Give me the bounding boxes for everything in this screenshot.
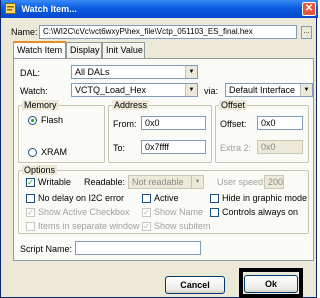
hide-graphic-label: Hide in graphic mode xyxy=(222,193,308,203)
show-name-label: Show Name xyxy=(154,207,204,217)
user-speed-field: 200 xyxy=(264,175,284,189)
address-group xyxy=(108,105,212,163)
show-subitem-checkbox: ✓ xyxy=(142,222,151,231)
writable-label: Writable xyxy=(38,177,71,187)
show-name-checkbox: ✓ xyxy=(142,208,151,217)
script-name-label: Script Name: xyxy=(20,244,73,254)
offset-title: Offset xyxy=(219,100,247,110)
options-title: Options xyxy=(22,165,58,175)
hide-graphic-checkbox[interactable] xyxy=(210,194,219,203)
flash-label: Flash xyxy=(41,115,64,125)
close-icon[interactable]: ✕ xyxy=(302,2,316,16)
items-separate-checkbox xyxy=(26,222,35,231)
extra-field: 0x0 xyxy=(257,140,303,154)
name-field[interactable]: C:\WI2C\cVc\vct6wxyP\hex_file\Vctp_05110… xyxy=(39,25,297,39)
dal-label: DAL: xyxy=(20,68,41,78)
offset-field[interactable]: 0x0 xyxy=(257,116,303,130)
dal-select[interactable]: All DALs ▼ xyxy=(71,65,198,79)
show-subitem-label: Show subitem xyxy=(154,221,211,231)
writable-checkbox[interactable]: ✓ xyxy=(26,178,35,187)
readable-value: Not readable xyxy=(132,177,184,187)
active-checkbox[interactable] xyxy=(142,194,151,203)
via-select[interactable]: Default Interface ▼ xyxy=(225,83,313,97)
name-label: Name: xyxy=(11,27,38,37)
chevron-down-icon[interactable]: ▼ xyxy=(300,84,312,96)
user-speed-label: User speed: xyxy=(217,177,266,187)
tab-display[interactable]: Display xyxy=(66,42,102,58)
script-name-field[interactable] xyxy=(75,241,201,255)
via-label: via: xyxy=(204,86,219,96)
watch-item-dialog: Watch Item... ✕ Name: C:\WI2C\cVc\vct6wx… xyxy=(0,0,318,298)
readable-label: Readable: xyxy=(84,177,126,187)
watch-label: Watch: xyxy=(20,86,48,96)
via-value: Default Interface xyxy=(229,85,296,95)
offset-label: Offset: xyxy=(220,119,247,129)
controls-always-on-checkbox[interactable] xyxy=(210,208,219,217)
title-bar[interactable]: Watch Item... ✕ xyxy=(1,0,318,18)
no-delay-label: No delay on I2C error xyxy=(38,193,125,203)
no-delay-checkbox[interactable] xyxy=(26,194,35,203)
browse-button[interactable]: ... xyxy=(301,26,312,39)
watch-select[interactable]: VCTQ_Load_Hex ▼ xyxy=(71,83,198,97)
from-label: From: xyxy=(113,119,137,129)
chevron-down-icon: ▼ xyxy=(191,176,203,188)
chevron-down-icon[interactable]: ▼ xyxy=(185,84,197,96)
flash-radio[interactable] xyxy=(28,116,37,125)
address-title: Address xyxy=(112,100,150,110)
offset-group xyxy=(215,105,309,163)
show-active-checkbox: ✓ xyxy=(26,208,35,217)
to-label: To: xyxy=(113,143,126,153)
readable-select: Not readable ▼ xyxy=(128,175,204,189)
active-label: Active xyxy=(154,193,179,203)
items-separate-label: Items in separate window xyxy=(38,221,140,231)
chevron-down-icon[interactable]: ▼ xyxy=(185,66,197,78)
from-field[interactable]: 0x0 xyxy=(141,116,206,130)
cancel-button[interactable]: Cancel xyxy=(165,276,225,294)
ok-button[interactable]: Ok xyxy=(244,275,298,293)
xram-label: XRAM xyxy=(41,147,68,157)
memory-title: Memory xyxy=(22,100,59,110)
tab-watch-item[interactable]: Watch Item xyxy=(13,41,66,59)
app-icon xyxy=(5,3,16,14)
watch-value: VCTQ_Load_Hex xyxy=(75,85,147,95)
controls-always-on-label: Controls always on xyxy=(222,207,299,217)
dal-value: All DALs xyxy=(75,67,110,77)
show-active-label: Show Active Checkbox xyxy=(38,207,130,217)
tab-init-value[interactable]: Init Value xyxy=(102,42,145,58)
extra-label: Extra 2: xyxy=(220,143,252,153)
to-field[interactable]: 0x7ffff xyxy=(141,140,206,154)
window-title: Watch Item... xyxy=(21,4,77,14)
xram-radio[interactable] xyxy=(28,148,37,157)
